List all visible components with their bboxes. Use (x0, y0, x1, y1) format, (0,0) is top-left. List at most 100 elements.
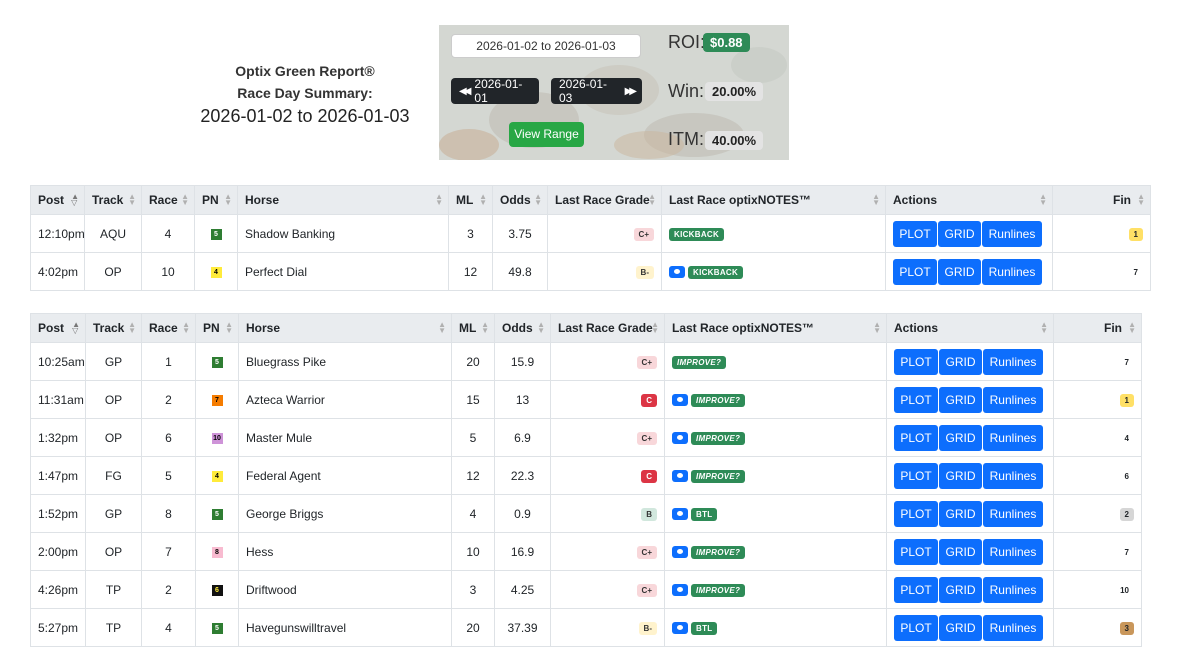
column-header-post[interactable]: Post ▲ ▽ (30, 185, 85, 215)
grid-button[interactable]: GRID (939, 538, 982, 565)
column-header-label: Actions (894, 321, 939, 335)
comment-icon[interactable] (672, 470, 688, 483)
race-number-cell: 2 (141, 380, 196, 419)
comment-icon[interactable] (672, 508, 688, 521)
comment-icon[interactable] (669, 266, 685, 279)
sort-icon[interactable]: ▲ ▼ (435, 193, 443, 207)
runlines-button[interactable]: Runlines (982, 220, 1042, 247)
grid-button[interactable]: GRID (939, 424, 982, 451)
grid-button[interactable]: GRID (938, 258, 981, 285)
runlines-button[interactable]: Runlines (983, 348, 1043, 375)
plot-button[interactable]: PLOT (894, 538, 938, 565)
races-table-1: Post ▲ ▽ Track ▲ ▼ Race ▲ ▼ PN ▲ ▼ Horse ▲ ▼ ML ▲ ▼ Odds ▲ ▼… (30, 185, 1151, 291)
sort-icon[interactable]: ▲ ▼ (479, 193, 487, 207)
sort-icon[interactable]: ▲ ▼ (534, 193, 542, 207)
column-header-fin[interactable]: Fin ▲ ▼ (1053, 313, 1142, 343)
sort-icon[interactable]: ▲ ▼ (481, 321, 489, 335)
plot-button[interactable]: PLOT (894, 348, 938, 375)
sort-icon[interactable]: ▲ ▼ (181, 193, 189, 207)
comment-icon[interactable] (672, 432, 688, 445)
runlines-button[interactable]: Runlines (982, 258, 1042, 285)
column-header-track[interactable]: Track ▲ ▼ (85, 313, 142, 343)
runlines-button[interactable]: Runlines (983, 614, 1043, 641)
column-header-horse[interactable]: Horse ▲ ▼ (238, 313, 452, 343)
plot-button[interactable]: PLOT (894, 614, 938, 641)
view-range-button[interactable]: View Range (509, 122, 584, 147)
actions-cell: PLOT GRID Runlines (885, 214, 1053, 253)
grid-button[interactable]: GRID (939, 500, 982, 527)
column-header-ml[interactable]: ML ▲ ▼ (451, 313, 495, 343)
column-header-post[interactable]: Post ▲ ▽ (30, 313, 86, 343)
grid-button[interactable]: GRID (939, 462, 982, 489)
column-header-label: PN (202, 193, 219, 207)
next-date-button[interactable]: 2026-01-03 ▶▶ (551, 77, 642, 105)
optix-notes-cell: IMPROVE? (664, 380, 887, 419)
comment-icon[interactable] (672, 546, 688, 559)
sort-icon[interactable]: ▲ ▼ (1040, 321, 1048, 335)
table-row: 12:10pm AQU 4 5 Shadow Banking 3 3.75 C+ KICKBAC… (30, 214, 1151, 253)
plot-button[interactable]: PLOT (894, 424, 938, 451)
sort-icon[interactable]: ▲ ▼ (872, 193, 880, 207)
grid-button[interactable]: GRID (939, 386, 982, 413)
sort-icon[interactable]: ▲ ▼ (438, 321, 446, 335)
sort-icon[interactable]: ▲ ▼ (648, 193, 656, 207)
column-header-horse[interactable]: Horse ▲ ▼ (237, 185, 449, 215)
post-time-cell: 1:47pm (30, 456, 86, 495)
plot-button[interactable]: PLOT (893, 258, 937, 285)
column-header-race[interactable]: Race ▲ ▼ (141, 313, 196, 343)
prev-date-button[interactable]: ◀◀ 2026-01-01 (451, 77, 539, 105)
column-header-ml[interactable]: ML ▲ ▼ (448, 185, 493, 215)
sort-icon[interactable]: ▲ ▼ (128, 193, 136, 207)
comment-icon[interactable] (672, 622, 688, 635)
plot-button[interactable]: PLOT (894, 462, 938, 489)
column-header-actions[interactable]: Actions ▲ ▼ (885, 185, 1053, 215)
sort-icon[interactable]: ▲ ▼ (1128, 321, 1136, 335)
roi-label: ROI: (668, 32, 706, 52)
grid-button[interactable]: GRID (939, 348, 982, 375)
post-time-cell: 2:00pm (30, 532, 86, 571)
track-cell: GP (85, 494, 142, 533)
runlines-button[interactable]: Runlines (983, 538, 1043, 565)
runlines-button[interactable]: Runlines (983, 424, 1043, 451)
finish-cell: 6 (1053, 456, 1142, 495)
sort-icon[interactable]: ▲ ▽ (72, 321, 80, 335)
column-header-pn[interactable]: PN ▲ ▼ (194, 185, 238, 215)
column-header-grade[interactable]: Last Race Grade ▲ ▼ (547, 185, 662, 215)
column-header-notes[interactable]: Last Race optixNOTES™ ▲ ▼ (664, 313, 887, 343)
sort-icon[interactable]: ▲ ▼ (128, 321, 136, 335)
sort-icon[interactable]: ▲ ▼ (225, 321, 233, 335)
column-header-odds[interactable]: Odds ▲ ▼ (494, 313, 551, 343)
sort-icon[interactable]: ▲ ▽ (71, 193, 79, 207)
post-number-badge: 10 (211, 432, 223, 444)
plot-button[interactable]: PLOT (894, 500, 938, 527)
runlines-button[interactable]: Runlines (983, 576, 1043, 603)
sort-icon[interactable]: ▲ ▼ (1039, 193, 1047, 207)
column-header-odds[interactable]: Odds ▲ ▼ (492, 185, 548, 215)
sort-icon[interactable]: ▲ ▼ (537, 321, 545, 335)
column-header-pn[interactable]: PN ▲ ▼ (195, 313, 239, 343)
runlines-button[interactable]: Runlines (983, 386, 1043, 413)
grid-button[interactable]: GRID (938, 220, 981, 247)
runlines-button[interactable]: Runlines (983, 462, 1043, 489)
column-header-track[interactable]: Track ▲ ▼ (84, 185, 142, 215)
date-range-input[interactable]: 2026-01-02 to 2026-01-03 (451, 34, 641, 58)
sort-icon[interactable]: ▲ ▼ (224, 193, 232, 207)
column-header-fin[interactable]: Fin ▲ ▼ (1052, 185, 1151, 215)
column-header-race[interactable]: Race ▲ ▼ (141, 185, 195, 215)
sort-icon[interactable]: ▲ ▼ (1137, 193, 1145, 207)
plot-button[interactable]: PLOT (894, 576, 938, 603)
comment-icon[interactable] (672, 394, 688, 407)
grade-badge: C (641, 394, 657, 407)
runlines-button[interactable]: Runlines (983, 500, 1043, 527)
column-header-grade[interactable]: Last Race Grade ▲ ▼ (550, 313, 665, 343)
plot-button[interactable]: PLOT (893, 220, 937, 247)
grid-button[interactable]: GRID (939, 576, 982, 603)
column-header-notes[interactable]: Last Race optixNOTES™ ▲ ▼ (661, 185, 886, 215)
sort-icon[interactable]: ▲ ▼ (182, 321, 190, 335)
column-header-actions[interactable]: Actions ▲ ▼ (886, 313, 1054, 343)
sort-icon[interactable]: ▲ ▼ (873, 321, 881, 335)
grid-button[interactable]: GRID (939, 614, 982, 641)
plot-button[interactable]: PLOT (894, 386, 938, 413)
sort-icon[interactable]: ▲ ▼ (651, 321, 659, 335)
comment-icon[interactable] (672, 584, 688, 597)
